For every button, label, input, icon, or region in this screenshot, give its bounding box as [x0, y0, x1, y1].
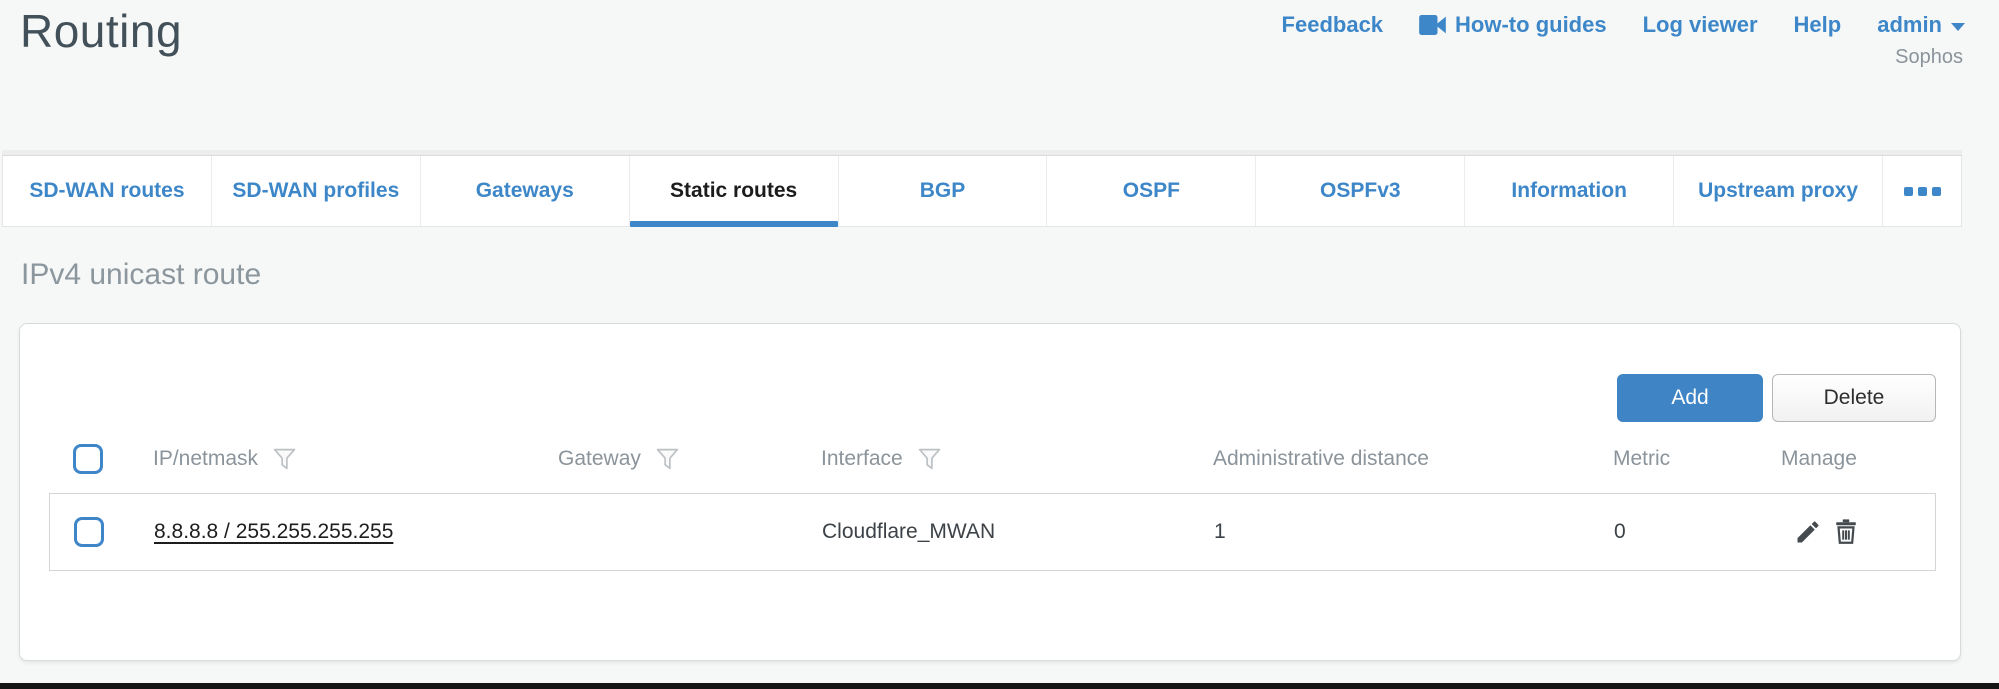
top-nav: Feedback How-to guides Log viewer Help a…: [1282, 12, 1965, 38]
filter-icon[interactable]: [917, 447, 942, 472]
feedback-link[interactable]: Feedback: [1282, 12, 1384, 38]
column-metric: Metric: [1613, 447, 1670, 471]
column-admin-distance: Administrative distance: [1213, 447, 1429, 471]
row-checkbox[interactable]: [74, 517, 104, 547]
column-manage: Manage: [1781, 447, 1857, 471]
ellipsis-icon: [1904, 187, 1941, 196]
table-header-row: IP/netmask Gateway Interface Administrat…: [20, 436, 1960, 482]
log-viewer-link[interactable]: Log viewer: [1643, 12, 1758, 38]
tab-information[interactable]: Information: [1465, 156, 1674, 226]
chevron-down-icon: [1951, 23, 1965, 31]
filter-icon[interactable]: [272, 447, 297, 472]
brand-label: Sophos: [1895, 46, 1963, 69]
delete-icon[interactable]: [1832, 518, 1860, 546]
routing-tabbar: SD-WAN routes SD-WAN profiles Gateways S…: [2, 155, 1962, 227]
column-interface: Interface: [821, 447, 903, 471]
metric-value: 0: [1614, 494, 1626, 570]
tab-upstream-proxy[interactable]: Upstream proxy: [1674, 156, 1883, 226]
delete-button[interactable]: Delete: [1772, 374, 1936, 422]
edit-icon[interactable]: [1794, 518, 1822, 546]
static-routes-card: Add Delete IP/netmask Gateway Interface: [19, 323, 1961, 661]
admin-distance-value: 1: [1214, 494, 1226, 570]
page-title: Routing: [20, 4, 182, 58]
tab-ospfv3[interactable]: OSPFv3: [1256, 156, 1465, 226]
bottom-bar: [0, 683, 1999, 689]
select-all-checkbox[interactable]: [73, 444, 103, 474]
help-link[interactable]: Help: [1794, 12, 1842, 38]
tab-gateways[interactable]: Gateways: [421, 156, 630, 226]
column-gateway: Gateway: [558, 447, 641, 471]
video-camera-icon: [1419, 15, 1446, 35]
column-ip-netmask: IP/netmask: [153, 447, 258, 471]
tab-sd-wan-routes[interactable]: SD-WAN routes: [3, 156, 212, 226]
route-link[interactable]: 8.8.8.8 / 255.255.255.255: [154, 520, 393, 544]
add-button[interactable]: Add: [1617, 374, 1763, 422]
filter-icon[interactable]: [655, 447, 680, 472]
tab-ospf[interactable]: OSPF: [1047, 156, 1256, 226]
howto-guides-link[interactable]: How-to guides: [1419, 12, 1607, 38]
table-row: 8.8.8.8 / 255.255.255.255 Cloudflare_MWA…: [49, 493, 1936, 571]
tab-bgp[interactable]: BGP: [839, 156, 1048, 226]
admin-menu[interactable]: admin: [1877, 12, 1965, 38]
tab-more-menu[interactable]: [1883, 156, 1961, 226]
tab-sd-wan-profiles[interactable]: SD-WAN profiles: [212, 156, 421, 226]
interface-value: Cloudflare_MWAN: [822, 494, 995, 570]
tab-static-routes[interactable]: Static routes: [630, 156, 839, 226]
routing-page: Routing Feedback How-to guides Log viewe…: [0, 0, 1999, 689]
section-heading: IPv4 unicast route: [21, 258, 261, 292]
